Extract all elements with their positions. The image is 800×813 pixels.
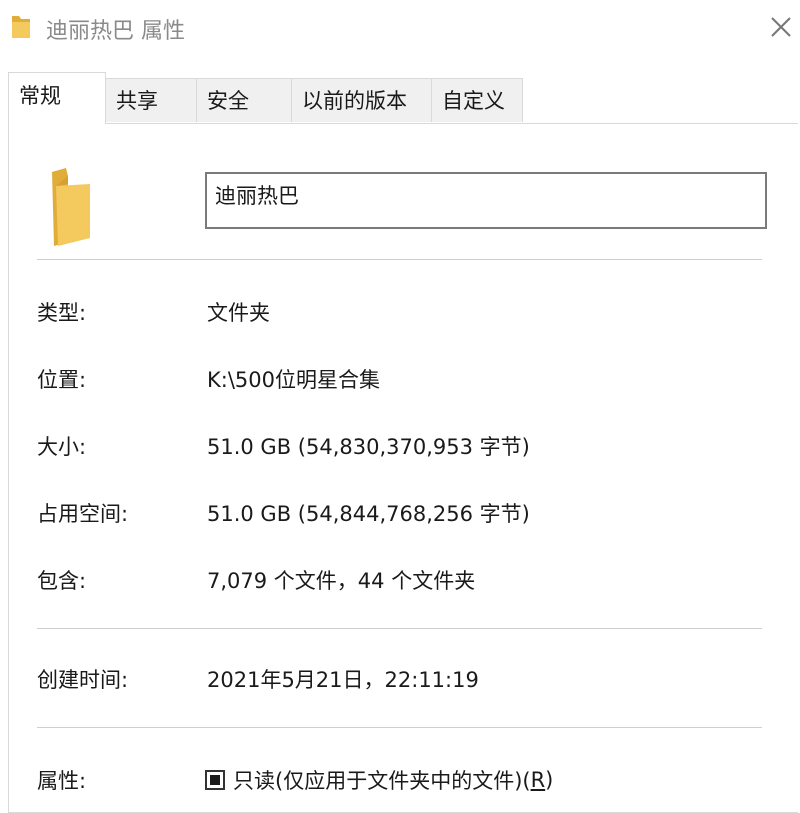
readonly-access-key: R xyxy=(530,768,546,792)
tab-security[interactable]: 安全 xyxy=(196,78,292,122)
separator xyxy=(37,727,762,728)
tab-general[interactable]: 常规 xyxy=(8,72,106,124)
size-on-disk-value: 51.0 GB (54,844,768,256 字节) xyxy=(207,502,530,526)
contains-value: 7,079 个文件，44 个文件夹 xyxy=(207,569,476,593)
folder-icon xyxy=(44,166,94,252)
window-title: 迪丽热巴 属性 xyxy=(46,19,185,44)
folder-name-input[interactable] xyxy=(205,172,767,229)
folder-icon xyxy=(10,14,32,44)
readonly-label-close: ) xyxy=(545,768,554,792)
tab-previous-versions[interactable]: 以前的版本 xyxy=(291,78,432,122)
created-label: 创建时间: xyxy=(37,668,129,692)
size-value: 51.0 GB (54,830,370,953 字节) xyxy=(207,435,530,459)
contains-label: 包含: xyxy=(37,569,87,593)
tab-sharing[interactable]: 共享 xyxy=(105,78,197,122)
attributes-label: 属性: xyxy=(37,769,87,793)
readonly-label: 只读(仅应用于文件夹中的文件)( xyxy=(233,769,531,793)
location-label: 位置: xyxy=(37,368,87,392)
location-value: K:\500位明星合集 xyxy=(207,368,381,392)
tab-bar: 常规 共享 安全 以前的版本 自定义 xyxy=(0,72,800,124)
readonly-checkbox-row[interactable]: 只读(仅应用于文件夹中的文件)(R) xyxy=(205,765,553,795)
size-on-disk-label: 占用空间: xyxy=(37,502,129,526)
readonly-checkbox[interactable] xyxy=(205,770,225,790)
separator xyxy=(37,259,762,260)
title-bar: 迪丽热巴 属性 xyxy=(0,0,800,56)
created-value: 2021年5月21日，22:11:19 xyxy=(207,668,479,692)
close-icon xyxy=(771,17,791,37)
type-label: 类型: xyxy=(37,301,87,325)
tab-customize[interactable]: 自定义 xyxy=(431,78,523,122)
size-label: 大小: xyxy=(37,435,87,459)
type-value: 文件夹 xyxy=(207,301,270,325)
close-button[interactable] xyxy=(762,8,798,44)
separator xyxy=(37,628,762,629)
